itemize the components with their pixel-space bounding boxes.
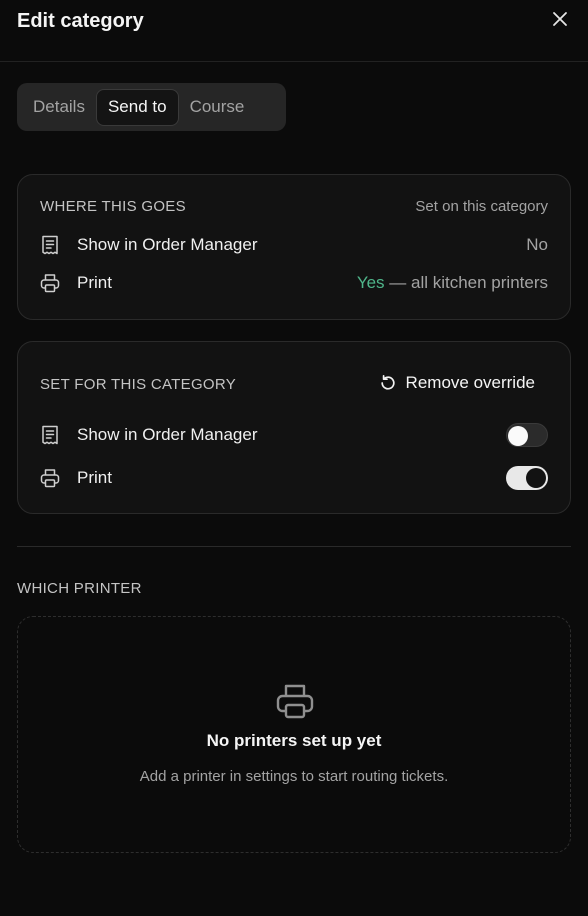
row-label: Print bbox=[77, 468, 112, 487]
row-label: Print bbox=[77, 273, 112, 292]
tab-send-to[interactable]: Send to bbox=[95, 88, 179, 126]
reset-icon bbox=[380, 374, 395, 390]
which-printer-label: WHICH PRINTER bbox=[17, 580, 142, 597]
remove-override-button[interactable]: Remove override bbox=[379, 373, 535, 393]
printer-icon bbox=[276, 683, 314, 719]
print-toggle[interactable] bbox=[506, 466, 548, 490]
row-label: Show in Order Manager bbox=[77, 425, 258, 444]
where-this-goes-label: WHERE THIS GOES bbox=[40, 198, 186, 215]
remove-override-label: Remove override bbox=[405, 373, 535, 392]
toggle-knob bbox=[508, 426, 528, 446]
set-for-category-label: SET FOR THIS CATEGORY bbox=[40, 376, 237, 393]
close-icon[interactable] bbox=[551, 10, 569, 28]
row-value: No bbox=[526, 235, 548, 254]
set-for-category-card: SET FOR THIS CATEGORY Remove override Sh… bbox=[17, 341, 571, 514]
panel-header: Edit category bbox=[0, 0, 588, 62]
toggle-knob bbox=[526, 468, 546, 488]
empty-state-title: No printers set up yet bbox=[206, 731, 382, 750]
receipt-icon bbox=[40, 425, 60, 445]
row-show-in-order-manager-override: Show in Order Manager bbox=[40, 421, 548, 449]
row-print-override: Print bbox=[40, 464, 548, 492]
no-printers-empty-state: No printers set up yet Add a printer in … bbox=[17, 616, 571, 853]
receipt-icon bbox=[40, 235, 60, 255]
row-value: Yes — all kitchen printers bbox=[357, 273, 548, 293]
edit-category-panel: Edit category Details Send to Course WHE… bbox=[0, 0, 588, 916]
section-divider bbox=[17, 546, 571, 547]
row-label: Show in Order Manager bbox=[77, 235, 258, 254]
row-show-in-order-manager: Show in Order Manager No bbox=[40, 231, 548, 259]
tab-details[interactable]: Details bbox=[22, 89, 96, 126]
row-print: Print Yes — all kitchen printers bbox=[40, 269, 548, 297]
panel-title: Edit category bbox=[17, 10, 144, 32]
order-manager-toggle[interactable] bbox=[506, 423, 548, 447]
tab-course[interactable]: Course bbox=[179, 89, 256, 126]
yes-value: Yes bbox=[356, 273, 385, 292]
tab-bar: Details Send to Course bbox=[17, 83, 286, 131]
printer-icon bbox=[40, 273, 60, 293]
set-on-category-note: Set on this category bbox=[415, 198, 548, 215]
where-this-goes-card: WHERE THIS GOES Set on this category Sho… bbox=[17, 174, 571, 320]
empty-state-subtitle: Add a printer in settings to start routi… bbox=[139, 768, 449, 785]
printer-icon bbox=[40, 468, 60, 488]
printers-value: — all kitchen printers bbox=[384, 273, 548, 292]
